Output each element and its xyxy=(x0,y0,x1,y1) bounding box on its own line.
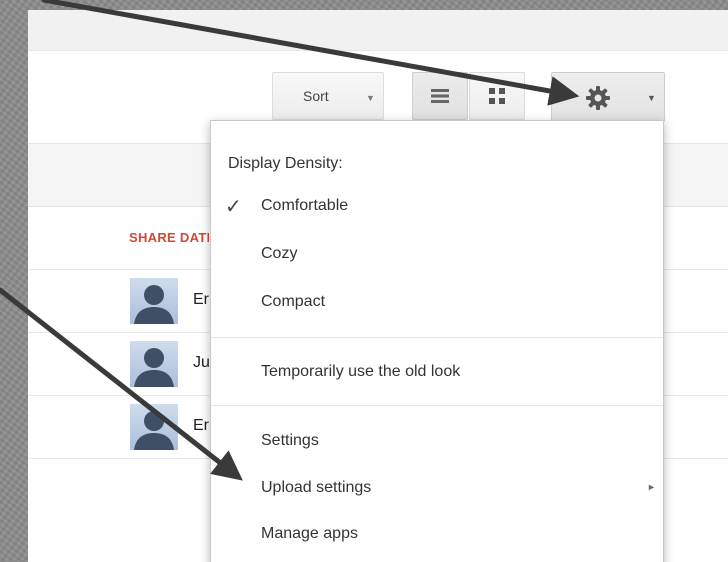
top-bar xyxy=(28,10,728,51)
row-name: Er xyxy=(193,291,209,308)
menu-item-settings[interactable]: Settings xyxy=(211,423,663,459)
menu-item-old-look[interactable]: Temporarily use the old look xyxy=(211,354,663,390)
person-silhouette-icon xyxy=(134,348,174,387)
row-name: Er xyxy=(193,417,209,434)
menu-item-label: Upload settings xyxy=(261,479,372,496)
sort-button[interactable]: Sort ▼ xyxy=(272,72,384,120)
display-density-heading: Display Density: xyxy=(228,155,343,172)
menu-item-label: Manage apps xyxy=(261,525,358,542)
menu-item-label: Comfortable xyxy=(261,197,349,214)
menu-item-label: Compact xyxy=(261,293,326,310)
list-view-button[interactable] xyxy=(412,72,468,120)
person-silhouette-icon xyxy=(134,411,174,450)
menu-item-label: Cozy xyxy=(261,245,298,262)
chevron-right-icon: ► xyxy=(647,482,656,492)
menu-item-compact[interactable]: Compact xyxy=(211,284,663,320)
gear-icon xyxy=(585,85,611,111)
settings-dropdown-menu: Display Density: ✓ Comfortable Cozy Comp… xyxy=(210,120,664,562)
menu-item-label: Settings xyxy=(261,432,319,449)
menu-item-manage-apps[interactable]: Manage apps xyxy=(211,516,663,552)
grid-view-icon xyxy=(470,73,524,119)
menu-divider xyxy=(211,337,663,338)
settings-gear-button[interactable]: ▼ xyxy=(551,72,665,122)
menu-item-cozy[interactable]: Cozy xyxy=(211,236,663,272)
person-silhouette-icon xyxy=(134,285,174,324)
menu-item-upload-settings[interactable]: Upload settings ► xyxy=(211,470,663,506)
row-name: Ju xyxy=(193,354,210,371)
grid-view-button[interactable] xyxy=(469,72,525,120)
chevron-down-icon: ▼ xyxy=(366,93,375,103)
checkmark-icon: ✓ xyxy=(225,196,242,218)
chevron-down-icon: ▼ xyxy=(647,93,656,103)
menu-divider xyxy=(211,405,663,406)
menu-item-label: Temporarily use the old look xyxy=(261,363,461,380)
sort-button-label: Sort xyxy=(303,88,329,104)
share-date-column-header[interactable]: SHARE DATE xyxy=(129,230,209,245)
avatar xyxy=(130,278,178,324)
avatar xyxy=(130,341,178,387)
menu-item-comfortable[interactable]: ✓ Comfortable xyxy=(211,188,663,224)
app-window: Sort ▼ ▼ SHARE DATE Er Ju Er Display Den… xyxy=(28,10,728,562)
list-view-icon xyxy=(413,73,467,119)
avatar xyxy=(130,404,178,450)
